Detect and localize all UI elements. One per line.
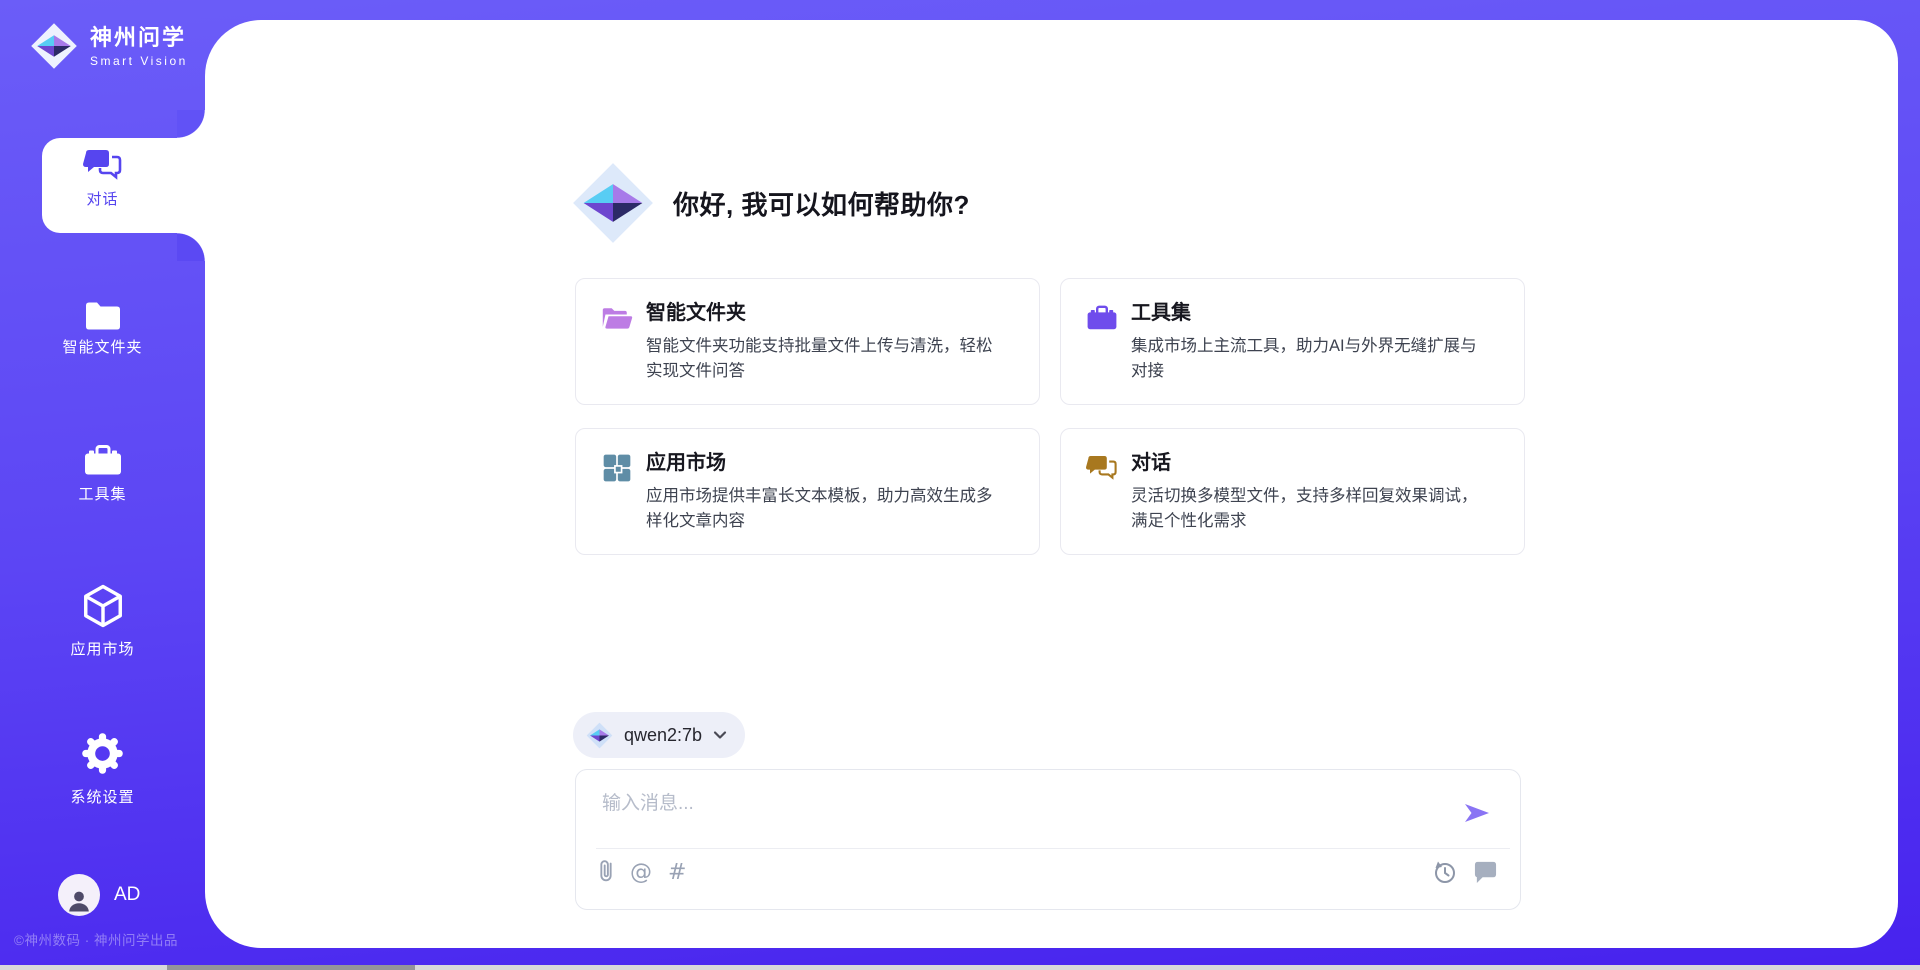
- sidebar-item-label: 智能文件夹: [0, 336, 205, 357]
- attach-file-button[interactable]: [598, 857, 614, 888]
- card-toolset[interactable]: 工具集 集成市场上主流工具，助力AI与外界无缝扩展与对接: [1060, 278, 1525, 405]
- horizontal-scrollbar-thumb[interactable]: [167, 965, 415, 970]
- chevron-down-icon: [713, 729, 727, 741]
- card-description: 集成市场上主流工具，助力AI与外界无缝扩展与对接: [1131, 334, 1481, 384]
- history-icon: [1431, 859, 1457, 885]
- sidebar-item-tools[interactable]: 工具集: [0, 443, 205, 504]
- model-gem-diamond-icon: [586, 722, 613, 749]
- greeting-text: 你好, 我可以如何帮助你?: [673, 185, 970, 222]
- card-chat[interactable]: 对话 灵活切换多模型文件，支持多样回复效果调试，满足个性化需求: [1060, 428, 1525, 555]
- greeting-gem-diamond-icon: [571, 161, 655, 245]
- sidebar-item-settings[interactable]: 系统设置: [0, 731, 205, 807]
- sidebar-item-label: 工具集: [0, 483, 205, 504]
- apps-icon: [601, 453, 633, 483]
- person-icon: [64, 886, 94, 916]
- model-selector[interactable]: qwen2:7b: [573, 712, 745, 758]
- user-account[interactable]: AD: [58, 874, 140, 916]
- folder-icon: [83, 298, 123, 331]
- message-composer: @ #: [575, 769, 1521, 910]
- hashtag-button[interactable]: #: [668, 862, 686, 884]
- chat-icon: [83, 147, 123, 183]
- user-initials: AD: [114, 884, 140, 906]
- tab-fillet-top: [177, 110, 205, 138]
- card-app-market[interactable]: 应用市场 应用市场提供丰富长文本模板，助力高效生成多样化文章内容: [575, 428, 1040, 555]
- greeting-row: 你好, 我可以如何帮助你?: [571, 161, 970, 245]
- tab-fillet-bottom: [177, 233, 205, 261]
- card-description: 灵活切换多模型文件，支持多样回复效果调试，满足个性化需求: [1131, 484, 1481, 534]
- card-smart-folder[interactable]: 智能文件夹 智能文件夹功能支持批量文件上传与清洗，轻松实现文件问答: [575, 278, 1040, 405]
- briefcase-icon: [1086, 303, 1118, 333]
- mention-button[interactable]: @: [630, 862, 652, 884]
- new-chat-button[interactable]: [1473, 860, 1498, 887]
- sidebar-footer-text: ©神州数码 · 神州问学出品: [14, 929, 178, 949]
- cube-icon: [80, 583, 126, 629]
- folder-open-icon: [601, 303, 633, 333]
- avatar: [58, 874, 100, 916]
- model-label: qwen2:7b: [624, 725, 702, 746]
- sidebar-item-market[interactable]: 应用市场: [0, 583, 205, 659]
- card-title: 智能文件夹: [646, 301, 996, 325]
- sidebar-item-label: 系统设置: [0, 786, 205, 807]
- history-button[interactable]: [1431, 859, 1457, 888]
- brand-gem-diamond-icon: [30, 22, 78, 70]
- card-title: 对话: [1131, 451, 1481, 475]
- gear-icon: [80, 731, 125, 776]
- message-input[interactable]: [600, 786, 1464, 842]
- card-description: 应用市场提供丰富长文本模板，助力高效生成多样化文章内容: [646, 484, 996, 534]
- sidebar-item-label: 对话: [0, 188, 205, 209]
- sidebar-item-label: 应用市场: [0, 638, 205, 659]
- send-button[interactable]: [1462, 798, 1492, 828]
- briefcase-icon: [83, 443, 123, 478]
- brand-name: 神州问学: [90, 25, 188, 51]
- horizontal-scrollbar-track[interactable]: [0, 965, 1920, 970]
- card-title: 工具集: [1131, 301, 1481, 325]
- card-description: 智能文件夹功能支持批量文件上传与清洗，轻松实现文件问答: [646, 334, 996, 384]
- send-icon: [1462, 798, 1492, 828]
- sidebar-item-folder[interactable]: 智能文件夹: [0, 298, 205, 357]
- feature-cards: 智能文件夹 智能文件夹功能支持批量文件上传与清洗，轻松实现文件问答 工具集 集成…: [575, 278, 1525, 555]
- chat-icon: [1086, 453, 1118, 483]
- brand: 神州问学 Smart Vision: [30, 22, 188, 70]
- paperclip-icon: [598, 857, 614, 885]
- composer-left-tools: @ #: [598, 857, 686, 888]
- brand-subtitle: Smart Vision: [90, 54, 188, 68]
- card-title: 应用市场: [646, 451, 996, 475]
- message-bubble-icon: [1473, 860, 1498, 884]
- composer-right-tools: [1431, 859, 1498, 888]
- composer-divider: [596, 848, 1510, 849]
- sidebar-item-chat[interactable]: 对话: [0, 147, 205, 209]
